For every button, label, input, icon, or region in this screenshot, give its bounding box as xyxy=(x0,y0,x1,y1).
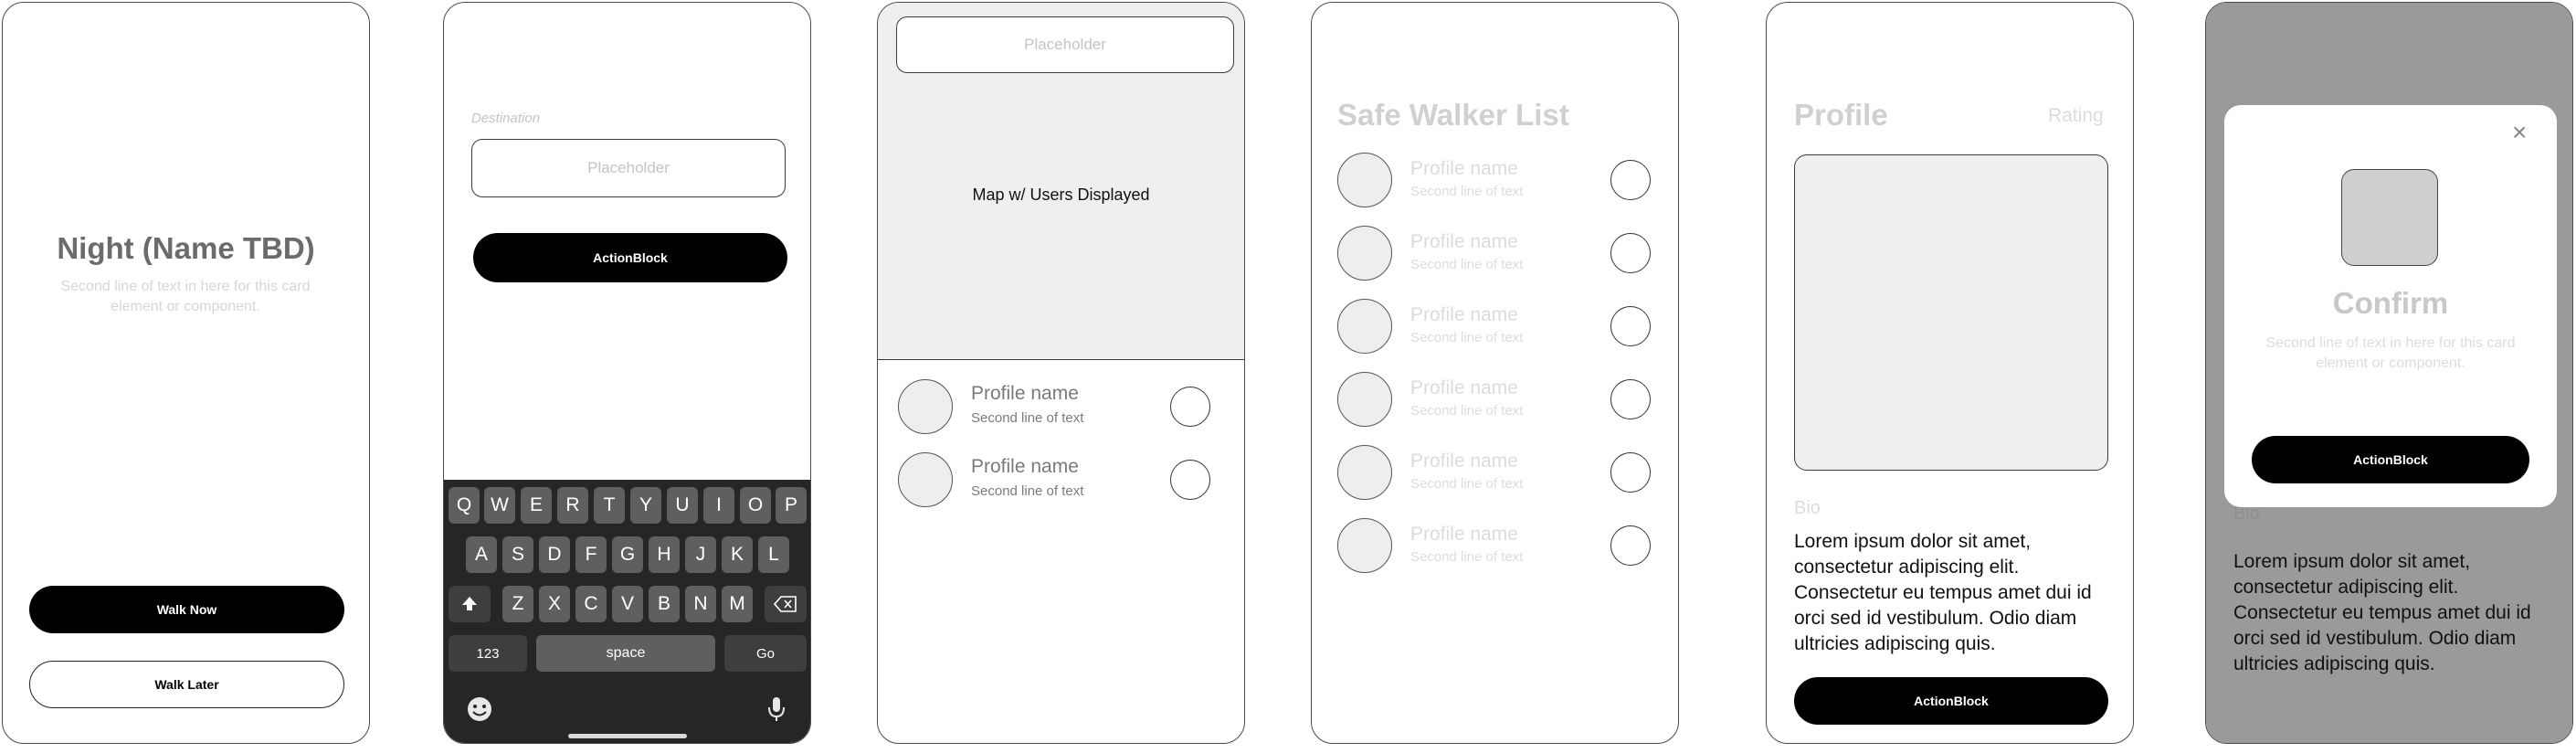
space-key[interactable]: space xyxy=(536,635,715,672)
app-title: Night (Name TBD) xyxy=(57,231,315,265)
page-title: Safe Walker List xyxy=(1337,98,1569,132)
bio-label: Bio xyxy=(1794,498,1821,518)
profile-subtext: Second line of text xyxy=(1410,476,1524,492)
profile-name: Profile name xyxy=(971,456,1079,477)
profile-name: Profile name xyxy=(1410,524,1518,545)
profile-name: Profile name xyxy=(1410,158,1518,179)
key-x[interactable]: X xyxy=(539,586,570,622)
search-input[interactable]: Placeholder xyxy=(896,16,1234,73)
rating-label: Rating xyxy=(2048,105,2104,126)
map-label: Map w/ Users Displayed xyxy=(972,186,1150,204)
close-icon[interactable]: × xyxy=(2512,118,2527,147)
screen-destination: Destination Placeholder ActionBlock Q W … xyxy=(443,2,811,744)
walk-now-button[interactable]: Walk Now xyxy=(29,586,344,633)
destination-input[interactable]: Placeholder xyxy=(471,139,786,197)
key-q[interactable]: Q xyxy=(449,487,480,524)
avatar xyxy=(1337,445,1392,500)
key-s[interactable]: S xyxy=(502,536,533,573)
action-button[interactable]: ActionBlock xyxy=(473,233,787,282)
key-p[interactable]: P xyxy=(776,487,807,524)
key-v[interactable]: V xyxy=(612,586,643,622)
key-f[interactable]: F xyxy=(575,536,607,573)
select-radio[interactable] xyxy=(1170,387,1210,427)
avatar xyxy=(898,379,953,434)
profile-name: Profile name xyxy=(1410,377,1518,398)
key-o[interactable]: O xyxy=(740,487,771,524)
screen-map: Map w/ Users Displayed Placeholder Profi… xyxy=(877,2,1245,744)
action-button[interactable]: ActionBlock xyxy=(1794,677,2108,725)
key-z[interactable]: Z xyxy=(502,586,533,622)
avatar xyxy=(1337,372,1392,427)
destination-label: Destination xyxy=(471,111,541,126)
select-radio[interactable] xyxy=(1610,379,1651,419)
key-r[interactable]: R xyxy=(557,487,588,524)
dialog-subtitle: Second line of text in here for this car… xyxy=(2265,335,2516,371)
key-d[interactable]: D xyxy=(539,536,570,573)
key-l[interactable]: L xyxy=(758,536,789,573)
dialog-title: Confirm xyxy=(2332,286,2449,320)
select-radio[interactable] xyxy=(1610,160,1651,200)
bio-text: Lorem ipsum dolor sit amet, consectetur … xyxy=(1794,531,2092,654)
key-m[interactable]: M xyxy=(722,586,753,622)
select-radio[interactable] xyxy=(1610,452,1651,493)
keyboard: Q W E R T Y U I O P A S D F G H J K L Z … xyxy=(444,480,810,743)
backspace-key[interactable] xyxy=(765,586,807,622)
key-k[interactable]: K xyxy=(722,536,753,573)
dialog-image xyxy=(2341,169,2438,266)
app-subtitle: Second line of text in here for this car… xyxy=(60,279,311,314)
profile-name: Profile name xyxy=(1410,231,1518,252)
profile-subtext: Second line of text xyxy=(1410,330,1524,345)
key-t[interactable]: T xyxy=(594,487,625,524)
shift-icon xyxy=(462,597,477,610)
avatar xyxy=(1337,299,1392,354)
key-i[interactable]: I xyxy=(703,487,734,524)
home-indicator xyxy=(568,734,687,738)
key-e[interactable]: E xyxy=(521,487,552,524)
profile-subtext: Second line of text xyxy=(1410,549,1524,565)
key-g[interactable]: G xyxy=(612,536,643,573)
action-button[interactable]: ActionBlock xyxy=(2252,436,2529,483)
profile-subtext: Second line of text xyxy=(1410,184,1524,199)
screen-confirm-modal: Bio Lorem ipsum dolor sit amet, consecte… xyxy=(2205,2,2573,744)
key-n[interactable]: N xyxy=(685,586,716,622)
avatar xyxy=(898,452,953,507)
page-title: Profile xyxy=(1794,98,1888,132)
key-a[interactable]: A xyxy=(466,536,497,573)
profile-subtext: Second line of text xyxy=(971,483,1084,499)
go-key[interactable]: Go xyxy=(724,635,807,672)
screen-home: Night (Name TBD) Second line of text in … xyxy=(2,2,370,744)
key-h[interactable]: H xyxy=(649,536,680,573)
profile-name: Profile name xyxy=(971,383,1079,404)
select-radio[interactable] xyxy=(1610,306,1651,346)
avatar xyxy=(1337,226,1392,281)
microphone-icon[interactable] xyxy=(765,695,787,727)
profile-subtext: Second line of text xyxy=(1410,403,1524,419)
avatar xyxy=(1337,518,1392,573)
shift-key[interactable] xyxy=(449,586,491,622)
key-b[interactable]: B xyxy=(649,586,680,622)
key-c[interactable]: C xyxy=(575,586,607,622)
screen-profile: Profile Rating Bio Lorem ipsum dolor sit… xyxy=(1766,2,2134,744)
key-w[interactable]: W xyxy=(484,487,515,524)
key-u[interactable]: U xyxy=(667,487,698,524)
profile-subtext: Second line of text xyxy=(971,410,1084,426)
profile-name: Profile name xyxy=(1410,304,1518,325)
profile-subtext: Second line of text xyxy=(1410,257,1524,272)
key-j[interactable]: J xyxy=(685,536,716,573)
select-radio[interactable] xyxy=(1610,525,1651,566)
profile-name: Profile name xyxy=(1410,451,1518,472)
screen-walker-list: Safe Walker List Profile name Second lin… xyxy=(1311,2,1679,744)
emoji-icon[interactable] xyxy=(466,695,493,727)
backspace-icon xyxy=(774,596,797,612)
avatar xyxy=(1337,153,1392,207)
walk-later-button[interactable]: Walk Later xyxy=(29,661,344,708)
profile-photo xyxy=(1794,154,2108,471)
select-radio[interactable] xyxy=(1170,460,1210,500)
numbers-key[interactable]: 123 xyxy=(449,635,527,672)
bio-text: Lorem ipsum dolor sit amet, consectetur … xyxy=(2233,551,2531,674)
confirm-dialog: × Confirm Second line of text in here fo… xyxy=(2224,105,2557,507)
key-y[interactable]: Y xyxy=(630,487,661,524)
select-radio[interactable] xyxy=(1610,233,1651,273)
